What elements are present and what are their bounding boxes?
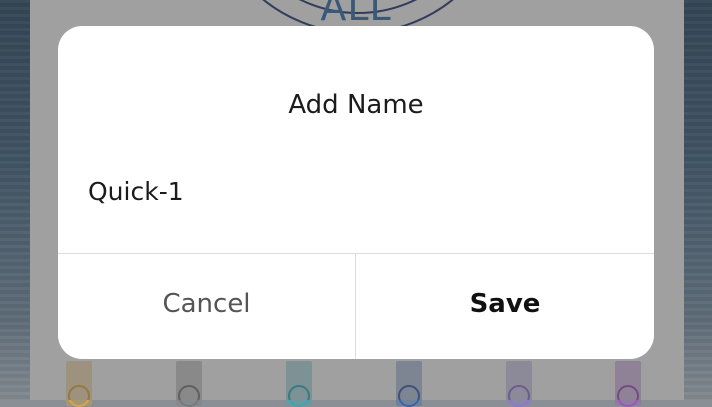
add-name-dialog: Add Name Cancel Save (58, 26, 654, 359)
dialog-title: Add Name (288, 90, 424, 120)
name-input[interactable] (88, 171, 618, 211)
cancel-button[interactable]: Cancel (58, 254, 355, 359)
save-button[interactable]: Save (356, 254, 654, 359)
